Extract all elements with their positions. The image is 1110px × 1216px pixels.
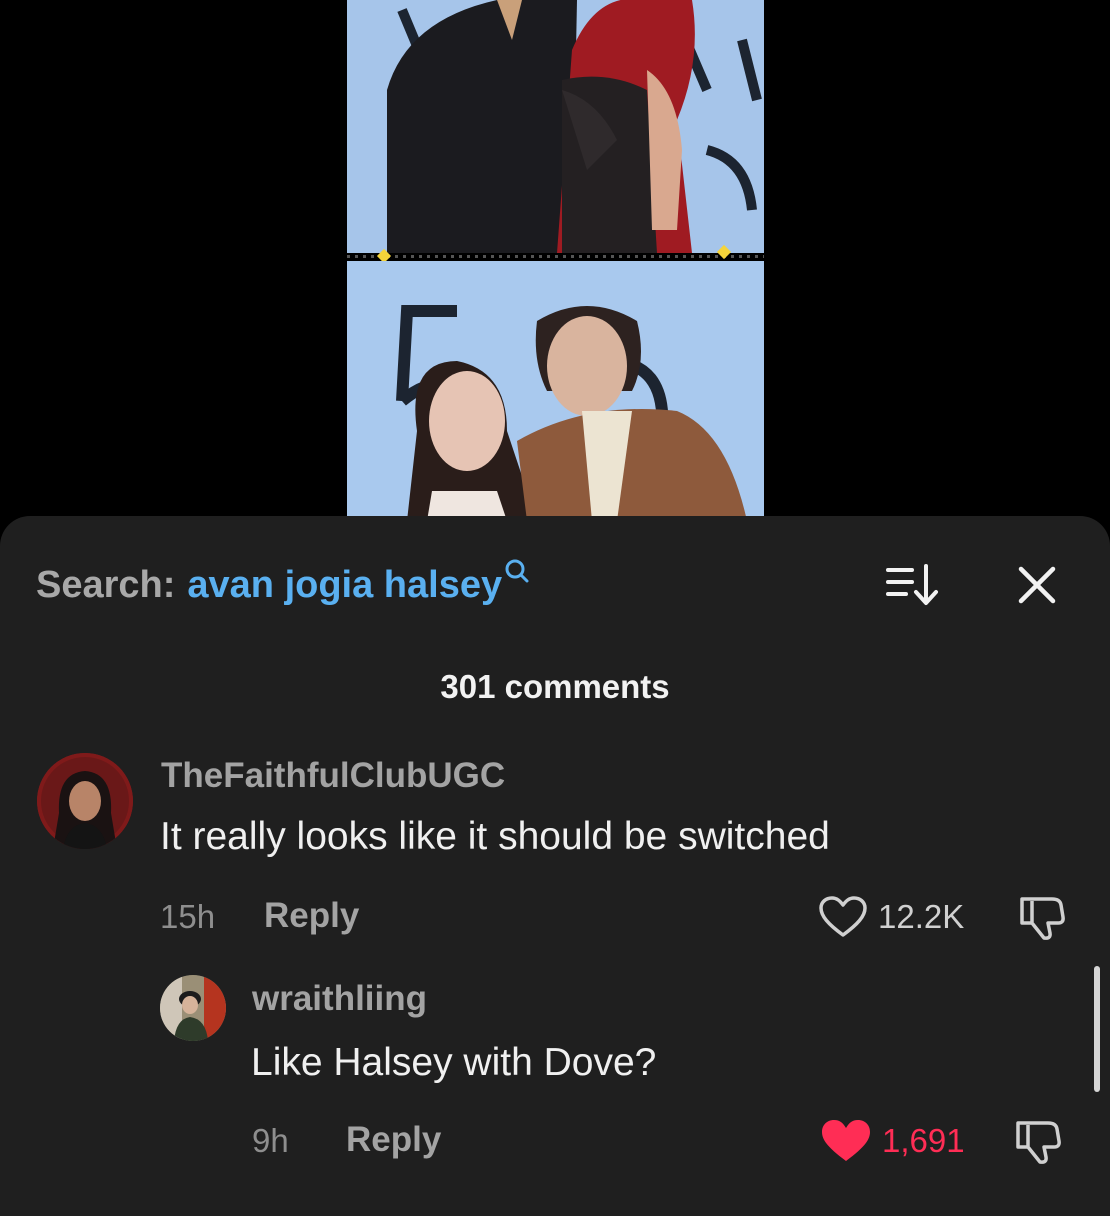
heart-icon[interactable] (818, 895, 868, 939)
video-frame-bottom (347, 261, 764, 521)
video-frame-divider (347, 244, 764, 264)
video-preview[interactable] (0, 0, 1110, 540)
avatar[interactable] (37, 753, 133, 849)
avatar[interactable] (160, 975, 226, 1041)
comment-text: Like Halsey with Dove? (251, 1041, 657, 1084)
comment-time: 9h (252, 1122, 289, 1159)
search-prefix-label: Search: (36, 563, 176, 606)
close-icon[interactable] (1012, 560, 1062, 610)
search-icon[interactable] (504, 558, 530, 588)
search-query-link[interactable]: avan jogia halsey (187, 564, 502, 607)
avatar-image (160, 975, 226, 1041)
scrollbar[interactable] (1094, 966, 1100, 1092)
comments-count: 301 comments (440, 668, 670, 705)
comment-text: It really looks like it should be switch… (160, 815, 830, 858)
avatar-image (37, 753, 133, 849)
comment-time: 15h (160, 898, 216, 935)
like-count: 12.2K (878, 898, 965, 935)
comment-username[interactable]: wraithliing (252, 979, 427, 1019)
red-carpet-photo-top (347, 0, 764, 253)
red-carpet-photo-bottom (347, 261, 764, 521)
comment-username[interactable]: TheFaithfulClubUGC (161, 756, 505, 796)
like-count: 1,691 (882, 1122, 965, 1159)
reply-button[interactable]: Reply (264, 896, 359, 936)
thumbs-down-icon[interactable] (1012, 1117, 1064, 1165)
sort-icon[interactable] (884, 562, 940, 608)
search-suggestion[interactable]: Search: avan jogia halsey (36, 559, 530, 608)
reply-button[interactable]: Reply (346, 1120, 441, 1160)
heart-icon[interactable] (820, 1118, 872, 1164)
video-frame-top (347, 0, 764, 253)
comments-sheet (0, 516, 1110, 1216)
thumbs-down-icon[interactable] (1016, 893, 1068, 941)
